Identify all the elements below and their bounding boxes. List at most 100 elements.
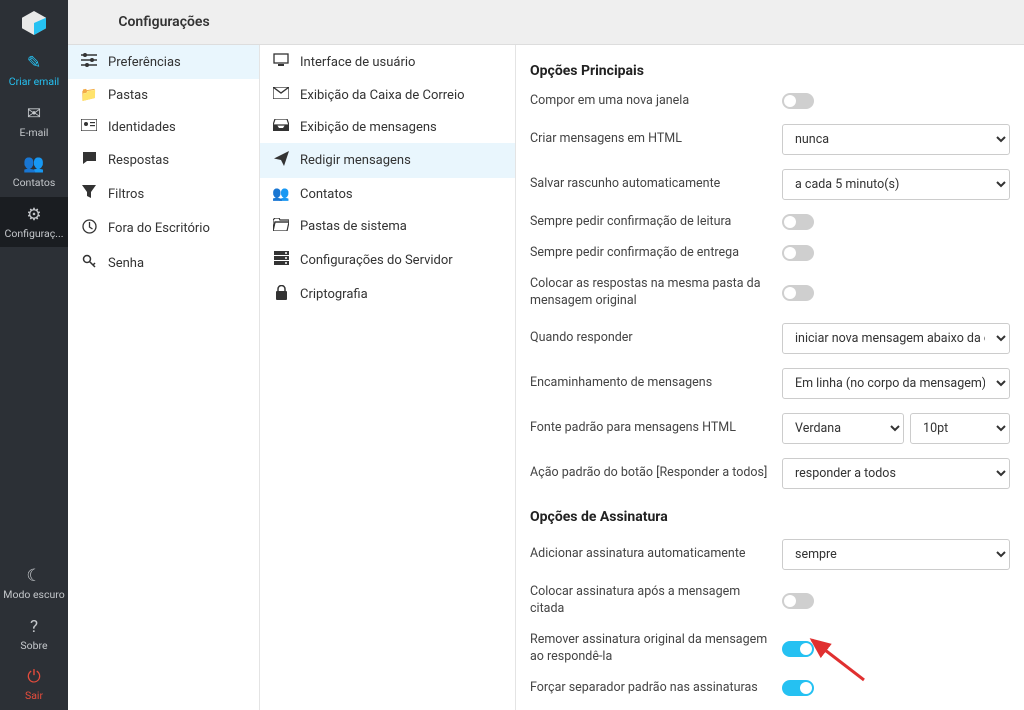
- font-family-select[interactable]: Verdana: [782, 413, 904, 444]
- list-label: Identidades: [108, 120, 176, 135]
- form-label: Sempre pedir confirmação de entrega: [530, 245, 770, 262]
- settings-item-pastas[interactable]: 📁 Pastas: [68, 79, 259, 111]
- lock-icon: [272, 285, 290, 304]
- form-control: [782, 245, 1010, 261]
- form-row: Forçar separador padrão nas assinaturas: [530, 680, 1010, 697]
- form-row: Remover assinatura original da mensagem …: [530, 632, 1010, 666]
- envelope-icon: ✉: [27, 104, 41, 124]
- toggle-switch[interactable]: [782, 214, 814, 230]
- form-control: Verdana10pt: [782, 413, 1010, 444]
- paper-plane-icon: [272, 151, 290, 170]
- form-label: Remover assinatura original da mensagem …: [530, 632, 770, 666]
- form-label: Encaminhamento de mensagens: [530, 375, 770, 392]
- form-label: Sempre pedir confirmação de leitura: [530, 214, 770, 231]
- form-control: [782, 680, 1010, 696]
- toggle-switch[interactable]: [782, 680, 814, 696]
- form-label: Forçar separador padrão nas assinaturas: [530, 680, 770, 697]
- form-row: Ação padrão do botão [Responder a todos]…: [530, 458, 1010, 489]
- form-row: Sempre pedir confirmação de entrega: [530, 245, 1010, 262]
- envelope-icon: [272, 87, 290, 103]
- form-control: [782, 593, 1010, 609]
- form-row: Adicionar assinatura automaticamentesemp…: [530, 539, 1010, 570]
- form-label: Colocar assinatura após a mensagem citad…: [530, 584, 770, 618]
- list-label: Preferências: [108, 55, 181, 70]
- toggle-switch[interactable]: [782, 285, 814, 301]
- section-item-config-servidor[interactable]: Configurações do Servidor: [260, 243, 515, 277]
- folder-icon: 📁: [80, 87, 98, 103]
- section-item-exib-mensagens[interactable]: Exibição de mensagens: [260, 111, 515, 143]
- form-control: nunca: [782, 124, 1010, 155]
- form-label: Quando responder: [530, 330, 770, 347]
- power-icon: ⏻: [27, 667, 40, 687]
- section-item-pastas-sistema[interactable]: Pastas de sistema: [260, 210, 515, 243]
- left-navbar: ✎ Criar email ✉ E-mail 👥 Contatos ⚙ Conf…: [0, 0, 68, 710]
- list-label: Respostas: [108, 153, 169, 168]
- nav-dark-mode[interactable]: ☾ Modo escuro: [0, 558, 68, 609]
- form-row: Colocar assinatura após a mensagem citad…: [530, 584, 1010, 618]
- section-item-contatos[interactable]: 👥 Contatos: [260, 178, 515, 210]
- nav-exit[interactable]: ⏻ Sair: [0, 659, 68, 710]
- list-label: Criptografia: [300, 287, 368, 302]
- filter-icon: [80, 185, 98, 203]
- select-dropdown[interactable]: nunca: [782, 124, 1010, 155]
- nav-label: E-mail: [20, 127, 49, 139]
- section-item-caixa-correio[interactable]: Exibição da Caixa de Correio: [260, 79, 515, 111]
- settings-list: Preferências 📁 Pastas Identidades Respos…: [68, 45, 260, 710]
- list-label: Interface de usuário: [300, 55, 415, 70]
- list-label: Exibição de mensagens: [300, 120, 437, 135]
- settings-item-respostas[interactable]: Respostas: [68, 143, 259, 177]
- select-dropdown[interactable]: iniciar nova mensagem abaixo da origin: [782, 323, 1010, 354]
- section-item-redigir[interactable]: Redigir mensagens: [260, 143, 515, 178]
- list-label: Pastas: [108, 88, 148, 103]
- nav-label: Criar email: [9, 76, 59, 88]
- inbox-icon: [272, 119, 290, 135]
- section-item-interface[interactable]: Interface de usuário: [260, 45, 515, 79]
- select-dropdown[interactable]: Em linha (no corpo da mensagem): [782, 368, 1010, 399]
- form-label: Criar mensagens em HTML: [530, 131, 770, 148]
- settings-item-fora-escritorio[interactable]: Fora do Escritório: [68, 211, 259, 246]
- toggle-switch[interactable]: [782, 593, 814, 609]
- settings-item-identidades[interactable]: Identidades: [68, 111, 259, 143]
- id-card-icon: [80, 119, 98, 135]
- form-label: Ação padrão do botão [Responder a todos]: [530, 465, 770, 482]
- form-label: Fonte padrão para mensagens HTML: [530, 420, 770, 437]
- sections-list: Interface de usuário Exibição da Caixa d…: [260, 45, 516, 710]
- nav-contacts[interactable]: 👥 Contatos: [0, 146, 68, 197]
- toggle-switch[interactable]: [782, 93, 814, 109]
- toggle-switch[interactable]: [782, 245, 814, 261]
- server-icon: [272, 251, 290, 269]
- toggle-switch[interactable]: [782, 641, 814, 657]
- form-control: iniciar nova mensagem abaixo da origin: [782, 323, 1010, 354]
- nav-create-email[interactable]: ✎ Criar email: [0, 45, 68, 96]
- select-dropdown[interactable]: responder a todos: [782, 458, 1010, 489]
- form-control: sempre: [782, 539, 1010, 570]
- nav-about[interactable]: ? Sobre: [0, 609, 68, 660]
- nav-settings[interactable]: ⚙ Configuraç...: [0, 197, 68, 248]
- form-row: Compor em uma nova janela: [530, 93, 1010, 110]
- list-label: Senha: [108, 256, 144, 271]
- select-dropdown[interactable]: sempre: [782, 539, 1010, 570]
- font-size-select[interactable]: 10pt: [910, 413, 1010, 444]
- preferences-form: Opções Principais Compor em uma nova jan…: [516, 45, 1024, 710]
- moon-icon: ☾: [26, 566, 41, 586]
- form-row: Encaminhamento de mensagens Em linha (no …: [530, 368, 1010, 399]
- section-heading-signature: Opções de Assinatura: [530, 509, 1010, 525]
- form-control: [782, 214, 1010, 230]
- form-row: Salvar rascunho automaticamente a cada 5 …: [530, 169, 1010, 200]
- settings-item-senha[interactable]: Senha: [68, 246, 259, 281]
- nav-email[interactable]: ✉ E-mail: [0, 96, 68, 147]
- form-control: [782, 641, 1010, 657]
- section-item-criptografia[interactable]: Criptografia: [260, 277, 515, 312]
- form-label: Salvar rascunho automaticamente: [530, 176, 770, 193]
- chat-icon: [80, 151, 98, 169]
- form-label: Colocar as respostas na mesma pasta da m…: [530, 276, 770, 310]
- form-control: [782, 285, 1010, 301]
- settings-item-filtros[interactable]: Filtros: [68, 177, 259, 211]
- list-label: Contatos: [300, 187, 353, 202]
- select-dropdown[interactable]: a cada 5 minuto(s): [782, 169, 1010, 200]
- list-label: Filtros: [108, 187, 144, 202]
- form-control: a cada 5 minuto(s): [782, 169, 1010, 200]
- settings-item-preferencias[interactable]: Preferências: [68, 45, 259, 79]
- form-row: Fonte padrão para mensagens HTML Verdana1…: [530, 413, 1010, 444]
- nav-label: Modo escuro: [3, 589, 64, 601]
